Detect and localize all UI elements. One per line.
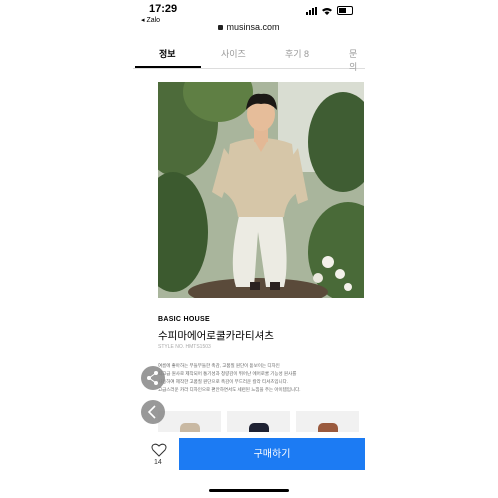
active-tab-indicator — [135, 66, 201, 68]
product-tabs: 정보 사이즈 후기 8 문의 — [133, 40, 365, 72]
url-text: musinsa.com — [226, 22, 280, 32]
share-icon — [147, 371, 158, 385]
home-indicator[interactable] — [209, 489, 289, 492]
product-photo[interactable] — [158, 82, 364, 298]
description-line: 고급스러운 카라 디자인으로 편안하면서도 세련된 느낌을 주는 아이템입니다. — [158, 387, 301, 392]
like-count: 14 — [154, 459, 162, 466]
lock-icon — [218, 25, 224, 30]
heart-icon[interactable] — [151, 442, 167, 458]
tab-reviews[interactable]: 후기 8 — [285, 47, 309, 60]
description-line: 사용하여 제작한 고품질 원단으로 촉감이 부드러운 칼라 티셔츠입니다. — [158, 379, 289, 384]
back-button[interactable] — [141, 400, 165, 424]
signal-icon — [306, 6, 317, 15]
status-bar: 17:29 ◂ Zalo — [133, 0, 365, 24]
brand-name[interactable]: BASIC HOUSE — [158, 316, 210, 323]
wifi-icon — [322, 7, 332, 15]
product-name: 수피마에어로쿨카라티셔츠 — [158, 330, 274, 342]
address-bar[interactable]: musinsa.com — [133, 22, 365, 38]
chevron-left-icon — [147, 405, 156, 419]
color-thumbnails — [158, 411, 365, 433]
battery-icon — [337, 6, 353, 15]
tab-inquiry[interactable]: 문의 — [349, 47, 365, 73]
tab-size[interactable]: 사이즈 — [221, 47, 246, 60]
purchase-bar: 14 구매하기 — [133, 432, 365, 472]
status-icons — [306, 6, 353, 15]
color-thumbnail[interactable] — [158, 411, 221, 433]
phone-screen: 17:29 ◂ Zalo musinsa.com 정보 사이즈 후기 8 문의 — [133, 0, 365, 498]
tab-info[interactable]: 정보 — [159, 47, 176, 60]
description-line: 여름에 좋아하는 부들부들한 촉감, 고품질 원단이 돋보이는 디자인 — [158, 363, 280, 368]
product-description: 여름에 좋아하는 부들부들한 촉감, 고품질 원단이 돋보이는 디자인 최고급 … — [158, 362, 363, 394]
description-line: 최고급 원사로 제작되어 통기성과 청량감이 뛰어난 에어로쿨 기능성 원사를 — [158, 371, 297, 376]
buy-button[interactable]: 구매하기 — [179, 438, 365, 470]
share-button[interactable] — [141, 366, 165, 390]
color-thumbnail[interactable] — [296, 411, 359, 433]
color-thumbnail[interactable] — [227, 411, 290, 433]
style-number: STYLE NO. HMTS1503 — [158, 344, 211, 350]
status-time: 17:29 — [149, 3, 178, 15]
